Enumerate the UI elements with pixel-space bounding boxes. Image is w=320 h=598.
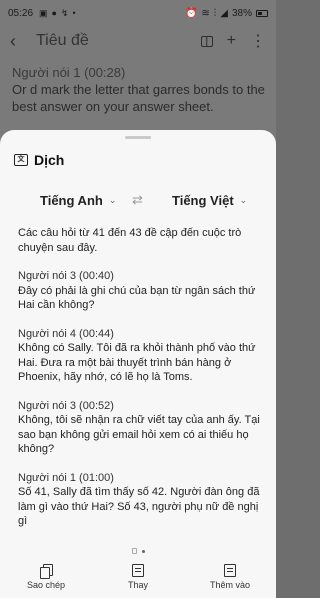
copy-button[interactable]: Sao chép (0, 564, 92, 598)
target-language-label: Tiếng Việt (172, 192, 234, 208)
status-bar: 05:26 ▣ ● ↯ • ⏰ ≋ ⫶ ◢ 38% (0, 0, 276, 26)
sheet-header: 文 Dịch (14, 152, 64, 168)
action-bar: Sao chép Thay Thêm vào (0, 564, 276, 598)
translate-sheet: 文 Dịch Tiếng Anh ⌄ ⇄ Tiếng Việt ⌄ Các câ… (0, 130, 276, 598)
translation-text: Số 41, Sally đã tìm thấy số 42. Người đà… (18, 486, 260, 527)
app-bar-actions: + ⋮ (200, 31, 266, 51)
battery-label: 38% (231, 7, 252, 19)
transcript: Người nói 1 (00:28) Or d mark the letter… (12, 64, 266, 115)
status-left-icons: ▣ ● ↯ • (39, 8, 76, 19)
sheet-title: Dịch (34, 152, 65, 168)
book-view-icon[interactable] (200, 35, 213, 47)
translation-block: Người nói 1 (01:00) Số 41, Sally đã tìm … (18, 471, 264, 529)
swap-languages-icon[interactable]: ⇄ (132, 192, 143, 208)
notification-dot-icon: • (72, 7, 76, 18)
source-language-label: Tiếng Anh (40, 192, 103, 208)
translation-text: Đây có phải là ghi chú của bạn từ ngân s… (18, 284, 256, 312)
mic-icon: ● (51, 7, 57, 18)
cell-signal-icon: ◢ (220, 7, 228, 19)
target-language-dropdown[interactable]: Tiếng Việt ⌄ (172, 193, 247, 208)
transcript-speaker: Người nói 1 (00:28) (12, 65, 126, 80)
replace-button[interactable]: Thay (92, 564, 184, 598)
back-arrow-icon[interactable]: ‹ (10, 31, 30, 52)
page-indicator (0, 548, 276, 554)
chevron-down-icon: ⌄ (108, 194, 117, 205)
transcript-text: Or d mark the letter that garres bonds t… (12, 82, 265, 114)
translation-speaker: Người nói 3 (00:52) (18, 399, 114, 412)
source-language-dropdown[interactable]: Tiếng Anh ⌄ (40, 193, 116, 208)
status-right: ⏰ ≋ ⫶ ◢ 38% (185, 8, 268, 19)
chevron-down-icon: ⌄ (239, 194, 248, 205)
language-selector-row: Tiếng Anh ⌄ ⇄ Tiếng Việt ⌄ (0, 188, 276, 212)
translation-block: Người nói 3 (00:40) Đây có phải là ghi c… (18, 269, 264, 313)
translation-speaker: Người nói 1 (01:00) (18, 471, 114, 484)
translation-text: Không, tôi sẽ nhận ra chữ viết tay của a… (18, 414, 260, 455)
translation-block: Người nói 4 (00:44) Không có Sally. Tôi … (18, 327, 264, 385)
translation-block: Người nói 3 (00:52) Không, tôi sẽ nhận r… (18, 399, 264, 457)
replace-icon (132, 564, 144, 577)
translation-speaker: Người nói 4 (00:44) (18, 327, 114, 340)
signal-icon: ↯ (60, 7, 69, 18)
volte-icon: ⫶ (213, 7, 217, 19)
translation-block: Các câu hỏi từ 41 đến 43 đề cập đến cuộc… (18, 226, 264, 255)
wifi-icon: ≋ (201, 7, 210, 19)
alarm-icon: ⏰ (184, 7, 198, 19)
sheet-drag-handle[interactable] (125, 136, 151, 139)
insert-label: Thêm vào (209, 580, 251, 590)
insert-icon (224, 564, 236, 577)
translation-text: Không có Sally. Tôi đã ra khỏi thành phố… (18, 342, 256, 383)
more-options-icon[interactable]: ⋮ (250, 31, 266, 51)
add-icon[interactable]: + (227, 32, 236, 50)
status-time: 05:26 (8, 7, 34, 19)
battery-icon (256, 9, 268, 17)
translation-content[interactable]: Các câu hỏi từ 41 đến 43 đề cập đến cuộc… (18, 226, 264, 538)
app-bar: ‹ Tiêu đề + ⋮ (0, 26, 276, 56)
page-title: Tiêu đề (36, 32, 89, 49)
copy-label: Sao chép (26, 580, 66, 590)
page-indicator-current-icon (131, 548, 137, 554)
translation-text: Các câu hỏi từ 41 đến 43 đề cập đến cuộc… (18, 227, 242, 254)
translate-icon: 文 (14, 154, 28, 166)
copy-icon (40, 564, 53, 579)
replace-label: Thay (127, 580, 148, 590)
insert-button[interactable]: Thêm vào (184, 564, 276, 598)
translation-speaker: Người nói 3 (00:40) (18, 270, 114, 282)
image-icon: ▣ (39, 7, 48, 18)
page-indicator-dot-icon (141, 549, 145, 553)
